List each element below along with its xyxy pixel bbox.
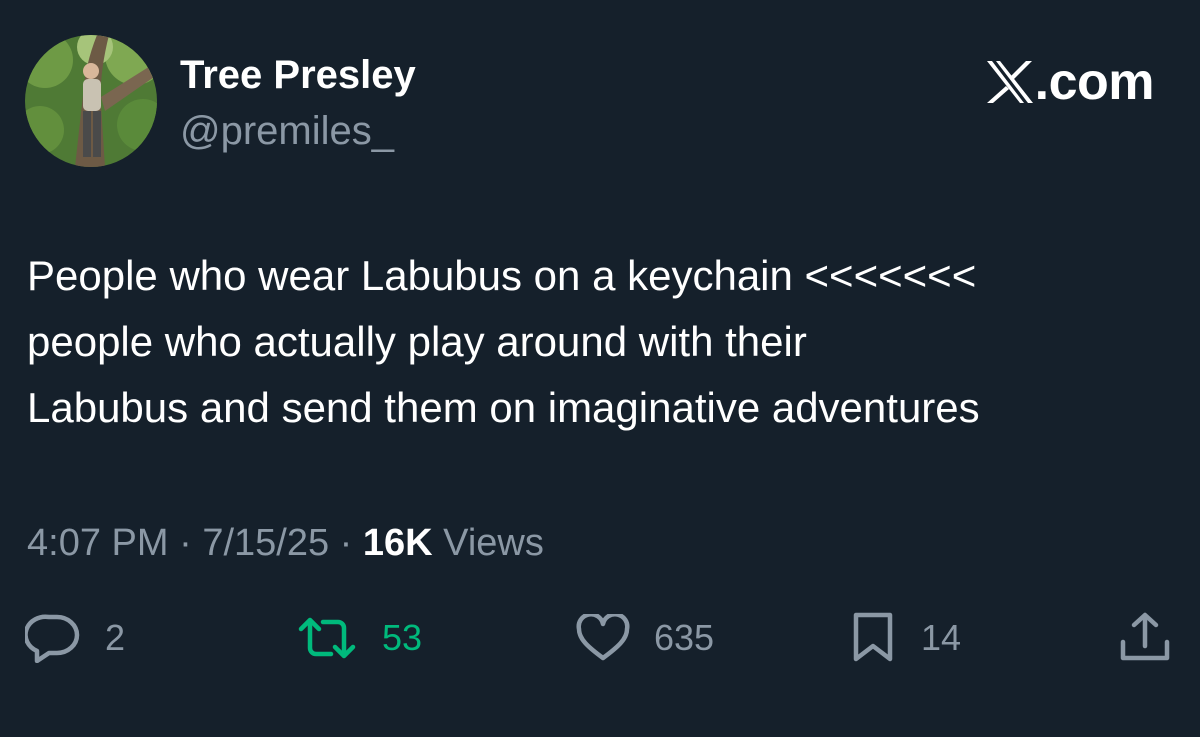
like-button[interactable]: 635 [576,612,714,664]
share-icon [1120,612,1170,661]
x-com-brand: .com [986,53,1155,111]
bookmark-icon [853,612,893,662]
retweet-count: 53 [382,617,423,658]
like-count: 635 [654,617,715,658]
tweet-time[interactable]: 4:07 PM [27,522,169,564]
reply-icon [25,614,80,663]
x-logo-icon [986,61,1033,103]
brand-text: .com [1034,53,1155,111]
avatar[interactable] [25,35,157,167]
retweet-icon [298,617,356,659]
meta-separator: · [179,522,192,564]
reply-button[interactable]: 2 [25,612,125,664]
bookmark-count: 14 [921,617,962,658]
bookmark-button[interactable]: 14 [851,612,961,664]
share-button[interactable] [1118,612,1172,664]
reply-count: 2 [105,617,126,658]
display-name[interactable]: Tree Presley [180,52,416,98]
tweet-text: People who wear Labubus on a keychain <<… [27,252,980,431]
retweet-button[interactable]: 53 [298,612,422,664]
heart-icon [576,614,630,661]
views-label: Views [443,522,544,564]
tweet-date[interactable]: 7/15/25 [202,522,329,564]
meta-separator: · [339,522,353,564]
user-handle[interactable]: @premiles_ [180,108,394,154]
avatar-photo [25,35,157,167]
tweet-meta: 4:07 PM · 7/15/25 · 16K Views [27,520,544,566]
views-count: 16K [362,522,433,564]
